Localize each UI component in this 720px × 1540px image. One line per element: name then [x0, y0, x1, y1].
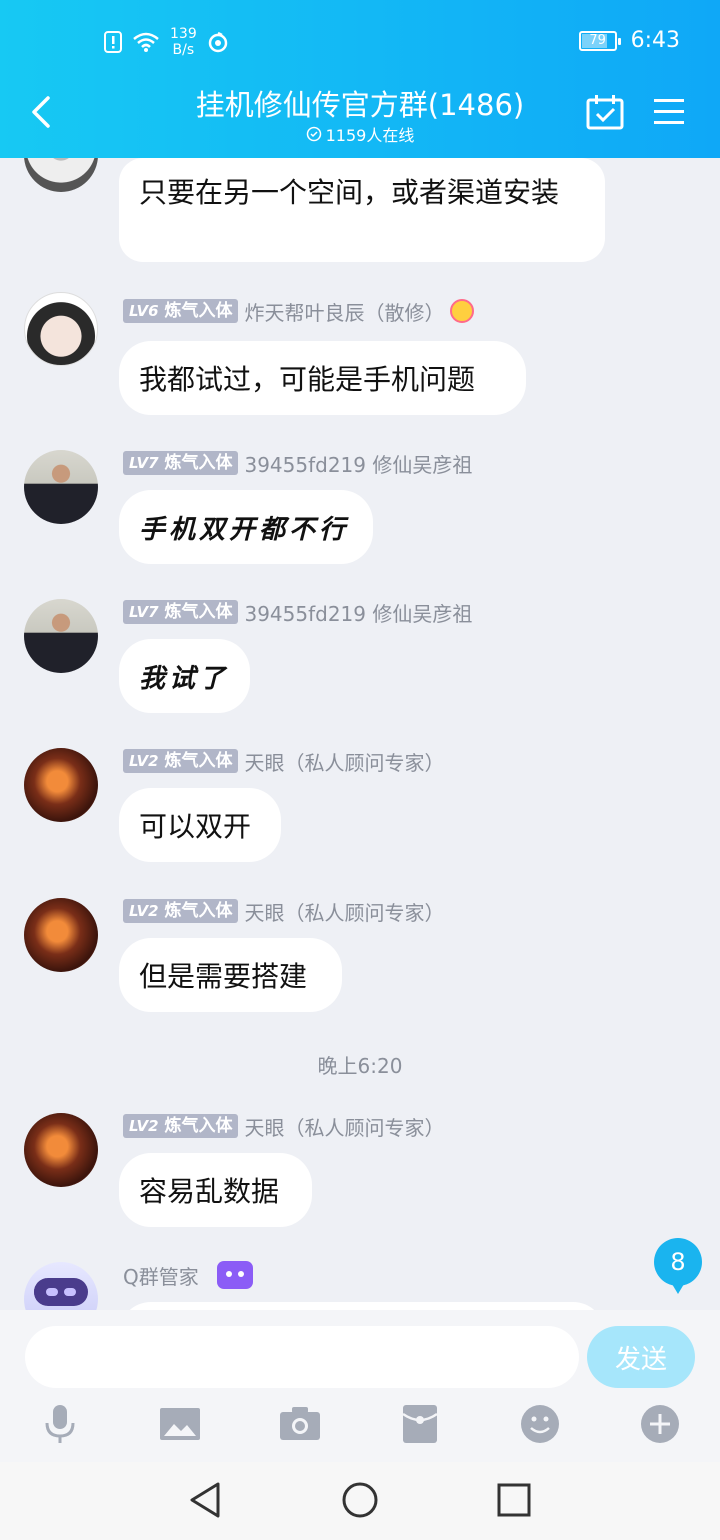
sender-info: LV2 炼气入体 天眼（私人顾问专家）: [123, 897, 444, 926]
emoji-button[interactable]: [518, 1402, 562, 1446]
sender-name[interactable]: 39455fd219 修仙吴彦祖: [244, 449, 472, 478]
robot-icon: [216, 1261, 253, 1289]
home-circle-icon[interactable]: [340, 1480, 380, 1520]
message-bubble[interactable]: 但是需要搭建: [119, 938, 342, 1012]
message-bubble[interactable]: 我都试过，可能是手机问题: [119, 341, 526, 415]
sender-name[interactable]: 炸天帮叶良辰（散修）: [244, 297, 444, 326]
robot-eye: [64, 1288, 76, 1296]
chat-header: 139 B/s 79 6:43 挂机修仙传官方群(1486) 1159人在线: [0, 0, 720, 158]
send-button[interactable]: 发送: [587, 1326, 695, 1388]
level-number: LV7: [129, 454, 159, 472]
status-icons-left: 139 B/s: [104, 26, 229, 58]
recents-square-icon[interactable]: [494, 1480, 534, 1520]
level-badge: LV7 炼气入体: [123, 600, 239, 624]
robot-eye: [46, 1288, 58, 1296]
microphone-icon: [45, 1405, 75, 1443]
composer-toolbar: [0, 1402, 720, 1452]
sync-icon: [208, 31, 227, 53]
sender-info: LV6 炼气入体 炸天帮叶良辰（散修）: [123, 297, 475, 326]
calendar-check-icon[interactable]: [586, 94, 624, 130]
time-separator: 晚上6:20: [317, 1054, 403, 1078]
avatar[interactable]: [24, 748, 98, 822]
avatar[interactable]: [24, 1113, 98, 1187]
network-speed: 139 B/s: [170, 26, 197, 58]
bot-avatar[interactable]: [24, 1262, 98, 1310]
red-packet-button[interactable]: [398, 1402, 442, 1446]
menu-icon[interactable]: [652, 96, 686, 128]
message-bubble[interactable]: 我试了: [119, 639, 250, 713]
avatar[interactable]: [24, 450, 98, 524]
level-number: LV2: [129, 1117, 159, 1135]
avatar[interactable]: [24, 158, 98, 192]
sender-name[interactable]: 天眼（私人顾问专家）: [244, 747, 444, 776]
rank-title: 炼气入体: [164, 301, 233, 321]
sender-name[interactable]: 天眼（私人顾问专家）: [244, 897, 444, 926]
sender-name[interactable]: Q群管家: [123, 1261, 199, 1290]
sender-name[interactable]: 39455fd219 修仙吴彦祖: [244, 598, 472, 627]
level-number: LV6: [129, 302, 159, 320]
composer: 发送: [0, 1310, 720, 1462]
status-icons-right: 79 6:43: [578, 28, 680, 53]
clock: 6:43: [630, 28, 680, 53]
message-bubble[interactable]: 手机双开都不行: [119, 490, 373, 564]
message-bubble[interactable]: [119, 1302, 605, 1310]
sender-name[interactable]: 天眼（私人顾问专家）: [244, 1112, 444, 1141]
level-badge: LV6 炼气入体: [123, 299, 239, 323]
level-badge: LV2 炼气入体: [123, 1114, 239, 1138]
more-button[interactable]: [638, 1402, 682, 1446]
check-circle-icon: [306, 126, 321, 142]
camera-icon: [280, 1407, 320, 1440]
sender-info: LV2 炼气入体 天眼（私人顾问专家）: [123, 1112, 444, 1141]
level-badge: LV7 炼气入体: [123, 451, 239, 475]
voice-button[interactable]: [38, 1402, 82, 1446]
rank-title: 炼气入体: [164, 453, 233, 473]
emoji-badge-icon: [450, 299, 475, 323]
avatar[interactable]: [24, 599, 98, 673]
plus-icon: [641, 1405, 679, 1443]
unread-count-badge[interactable]: 8: [654, 1238, 702, 1294]
avatar[interactable]: [24, 898, 98, 972]
camera-button[interactable]: [278, 1402, 322, 1446]
level-number: LV2: [129, 752, 159, 770]
rank-title: 炼气入体: [164, 1116, 233, 1136]
system-nav-bar: [0, 1462, 720, 1540]
speed-value: 139: [170, 26, 197, 42]
message-bubble[interactable]: 容易乱数据: [119, 1153, 312, 1227]
rank-title: 炼气入体: [164, 602, 233, 622]
sender-info: Q群管家: [123, 1261, 253, 1290]
online-count-text: 1159人在线: [325, 126, 415, 145]
emoji-icon: [521, 1405, 559, 1443]
level-number: LV2: [129, 902, 159, 920]
level-number: LV7: [129, 603, 159, 621]
message-bubble[interactable]: 只要在另一个空间，或者渠道安装: [119, 158, 605, 262]
level-badge: LV2 炼气入体: [123, 749, 239, 773]
sender-info: LV7 炼气入体 39455fd219 修仙吴彦祖: [123, 598, 472, 627]
back-triangle-icon[interactable]: [186, 1480, 226, 1520]
rank-title: 炼气入体: [164, 751, 233, 771]
chat-message-list[interactable]: 只要在另一个空间，或者渠道安装 LV6 炼气入体 炸天帮叶良辰（散修） 我都试过…: [0, 158, 720, 1310]
speed-unit: B/s: [172, 42, 195, 58]
image-button[interactable]: [158, 1402, 202, 1446]
alert-icon: [104, 31, 122, 53]
battery-icon: 79: [578, 30, 621, 51]
red-packet-icon: [402, 1405, 438, 1443]
sender-info: LV7 炼气入体 39455fd219 修仙吴彦祖: [123, 449, 472, 478]
message-input[interactable]: [25, 1326, 579, 1388]
sender-info: LV2 炼气入体 天眼（私人顾问专家）: [123, 747, 444, 776]
battery-level: 79: [589, 32, 606, 48]
wifi-icon: [133, 32, 159, 52]
level-badge: LV2 炼气入体: [123, 899, 239, 923]
rank-title: 炼气入体: [164, 901, 233, 921]
message-bubble[interactable]: 可以双开: [119, 788, 281, 862]
status-bar: 139 B/s 79 6:43: [0, 22, 720, 62]
avatar[interactable]: [24, 292, 98, 366]
image-icon: [160, 1408, 200, 1440]
